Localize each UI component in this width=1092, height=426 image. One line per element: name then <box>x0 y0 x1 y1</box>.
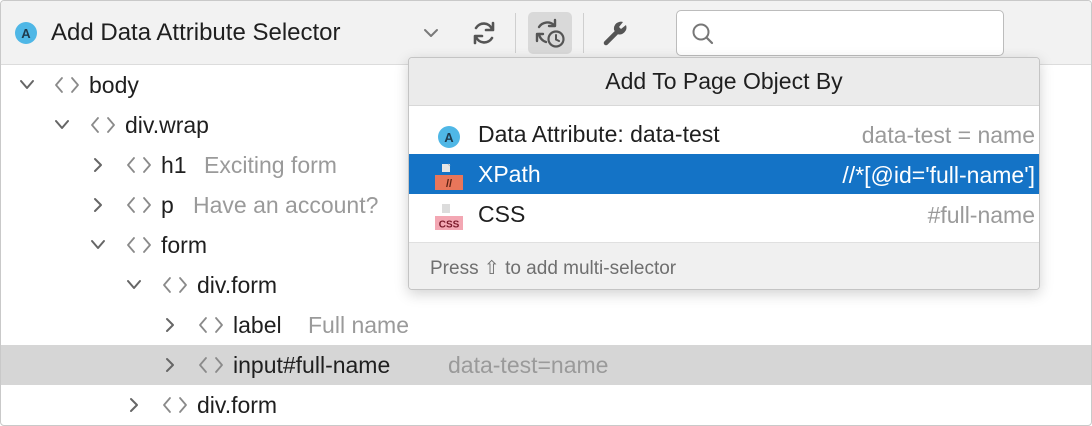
hint-prefix: Press <box>430 258 479 279</box>
wrench-icon <box>603 21 627 46</box>
tag-icon <box>53 75 81 95</box>
toolbar: A Add Data Attribute Selector <box>1 1 1091 65</box>
tree-row-selected[interactable]: input#full-name data-test=name <box>1 345 1091 385</box>
tag-icon <box>89 115 117 135</box>
tag-icon <box>125 195 153 215</box>
selector-type-label: Add Data Attribute Selector <box>51 19 341 46</box>
tree-node-label: label <box>233 311 282 338</box>
popup-title: Add To Page Object By <box>409 58 1039 106</box>
tree-node-label: div.wrap <box>125 111 209 138</box>
tag-icon <box>197 355 225 375</box>
window: A Add Data Attribute Selector body div.w… <box>0 0 1092 426</box>
popup-hint: Press ⇧ to add multi-selector <box>430 257 676 280</box>
css-badge-text: CSS <box>439 220 460 231</box>
tree-row[interactable]: label Full name <box>1 305 1091 345</box>
chevron-down-icon[interactable] <box>18 76 36 94</box>
tree-node-label: p <box>161 191 174 218</box>
popup-item-value: data-test = name <box>861 122 1035 148</box>
tree-node-label: body <box>89 71 139 98</box>
tree-node-label: input#full-name <box>233 351 391 378</box>
search-input[interactable] <box>725 17 993 49</box>
popup-item-value: #full-name <box>927 202 1035 228</box>
data-attribute-badge-icon: A <box>15 22 37 44</box>
popup-footer: Press ⇧ to add multi-selector <box>409 242 1039 289</box>
refresh-button[interactable] <box>462 12 506 54</box>
tree-row[interactable]: div.form <box>1 385 1091 425</box>
toolbar-separator <box>515 13 516 53</box>
data-attribute-badge-icon: A <box>434 122 464 152</box>
tree-node-hint: data-test=name <box>448 351 609 378</box>
refresh-icon <box>473 21 495 45</box>
chevron-right-icon[interactable] <box>89 156 107 174</box>
tree-node-label: form <box>161 231 207 258</box>
settings-button[interactable] <box>593 12 637 54</box>
refresh-clock-icon <box>535 18 565 48</box>
selector-type-dropdown[interactable]: A Add Data Attribute Selector <box>15 11 341 55</box>
toolbar-separator <box>583 13 584 53</box>
tag-icon <box>125 235 153 255</box>
tree-node-hint: Exciting form <box>204 151 337 178</box>
chevron-right-icon[interactable] <box>161 356 179 374</box>
tag-icon <box>161 275 189 295</box>
chevron-down-icon[interactable] <box>53 116 71 134</box>
chevron-right-icon[interactable] <box>161 316 179 334</box>
tag-icon <box>197 315 225 335</box>
chevron-down-icon[interactable] <box>417 19 445 47</box>
xpath-badge-text: // <box>446 178 452 190</box>
history-button[interactable] <box>528 12 572 54</box>
tag-icon <box>125 155 153 175</box>
tag-icon <box>161 395 189 415</box>
search-field[interactable] <box>676 10 1004 56</box>
chevron-right-icon[interactable] <box>89 196 107 214</box>
popup-item-label: Data Attribute: data-test <box>478 121 720 147</box>
popup-item-label: CSS <box>478 201 526 227</box>
add-to-page-object-popup: Add To Page Object By A Data Attribute: … <box>408 57 1040 290</box>
tree-node-hint: Have an account? <box>193 191 379 218</box>
shift-key-icon: ⇧ <box>483 258 500 279</box>
tree-node-hint: Full name <box>308 311 409 338</box>
css-file-icon: CSS <box>434 202 464 232</box>
hint-suffix: to add multi-selector <box>505 258 677 279</box>
chevron-down-icon[interactable] <box>89 236 107 254</box>
xpath-file-icon: // <box>434 162 464 192</box>
tree-node-label: div.form <box>197 271 278 298</box>
search-icon <box>692 23 714 45</box>
tree-node-label: h1 <box>161 151 187 178</box>
popup-item-label: XPath <box>478 161 541 187</box>
chevron-right-icon[interactable] <box>125 396 143 414</box>
chevron-down-icon[interactable] <box>125 276 143 294</box>
popup-item-xpath[interactable]: // XPath //*[@id='full-name'] <box>409 154 1039 194</box>
popup-item-css[interactable]: CSS CSS #full-name <box>409 194 1039 234</box>
tree-node-label: div.form <box>197 391 278 418</box>
popup-item-data-attribute[interactable]: A Data Attribute: data-test data-test = … <box>409 114 1039 154</box>
popup-item-value: //*[@id='full-name'] <box>842 162 1035 188</box>
